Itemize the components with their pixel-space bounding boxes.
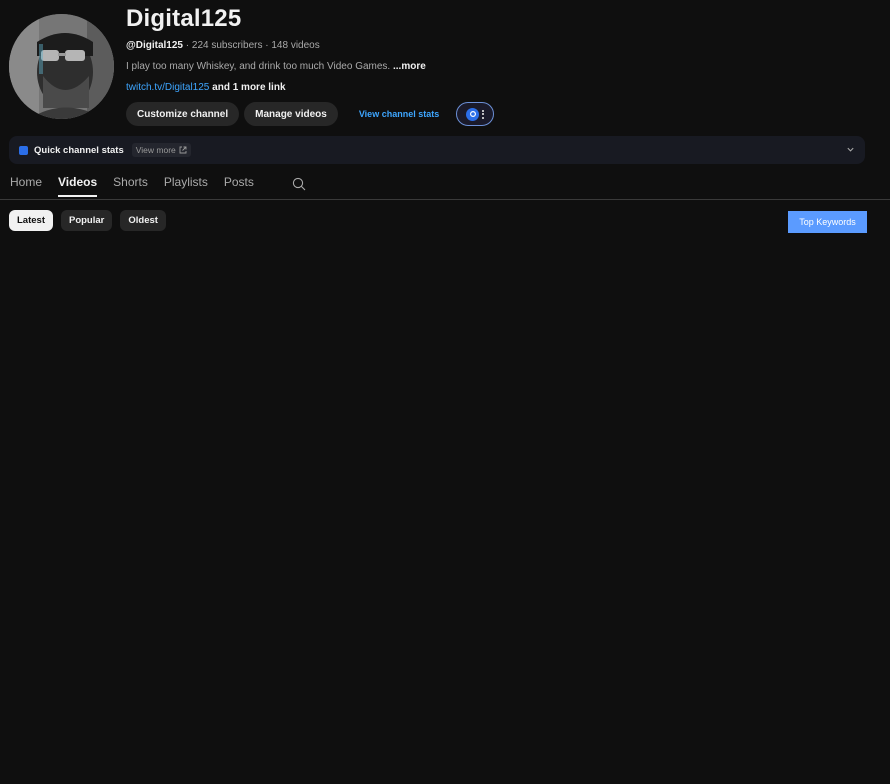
channel-links: twitch.tv/Digital125 and 1 more link [126, 82, 286, 93]
search-icon[interactable] [292, 177, 306, 191]
chip-popular[interactable]: Popular [60, 210, 113, 231]
extension-menu-button[interactable] [456, 102, 495, 126]
channel-title: Digital125 [126, 5, 242, 32]
quick-channel-stats-bar[interactable]: Quick channel stats View more [9, 136, 865, 164]
extension-logo-icon [466, 107, 480, 121]
twitch-link[interactable]: twitch.tv/Digital125 [126, 82, 209, 93]
tab-home[interactable]: Home [10, 175, 42, 197]
top-keywords-button[interactable]: Top Keywords [788, 211, 867, 233]
tabs-divider [0, 199, 890, 200]
channel-description[interactable]: I play too many Whiskey, and drink too m… [126, 61, 426, 72]
channel-actions: Customize channel Manage videos View cha… [126, 102, 495, 126]
channel-page: Digital125 @Digital125 · 224 subscribers… [0, 0, 890, 784]
tab-playlists[interactable]: Playlists [164, 175, 208, 197]
more-links-button[interactable]: and 1 more link [209, 82, 285, 93]
chip-latest[interactable]: Latest [9, 210, 53, 231]
avatar-image [9, 14, 114, 119]
customize-channel-button[interactable]: Customize channel [126, 102, 240, 126]
view-channel-stats-button[interactable]: View channel stats [359, 109, 439, 119]
chip-oldest[interactable]: Oldest [120, 210, 166, 231]
channel-avatar[interactable] [9, 14, 114, 119]
tab-videos[interactable]: Videos [58, 175, 98, 197]
chevron-down-icon[interactable] [846, 145, 855, 154]
sort-filter-chips: Latest Popular Oldest [9, 210, 174, 231]
extension-logo-icon [19, 145, 28, 155]
manage-videos-button[interactable]: Manage videos [244, 102, 338, 126]
channel-stats: · 224 subscribers · 148 videos [183, 40, 320, 51]
more-vert-icon [482, 109, 485, 119]
channel-tabs: Home Videos Shorts Playlists Posts [10, 175, 306, 197]
channel-meta: @Digital125 · 224 subscribers · 148 vide… [126, 40, 320, 51]
view-more-label: View more [135, 145, 176, 155]
description-more-link[interactable]: ...more [393, 61, 426, 72]
external-link-icon [179, 146, 187, 154]
tab-shorts[interactable]: Shorts [113, 175, 148, 197]
quick-stats-title: Quick channel stats [34, 144, 124, 156]
description-text: I play too many Whiskey, and drink too m… [126, 61, 393, 72]
channel-handle: @Digital125 [126, 40, 183, 51]
tab-posts[interactable]: Posts [224, 175, 254, 197]
view-more-button[interactable]: View more [131, 143, 191, 157]
